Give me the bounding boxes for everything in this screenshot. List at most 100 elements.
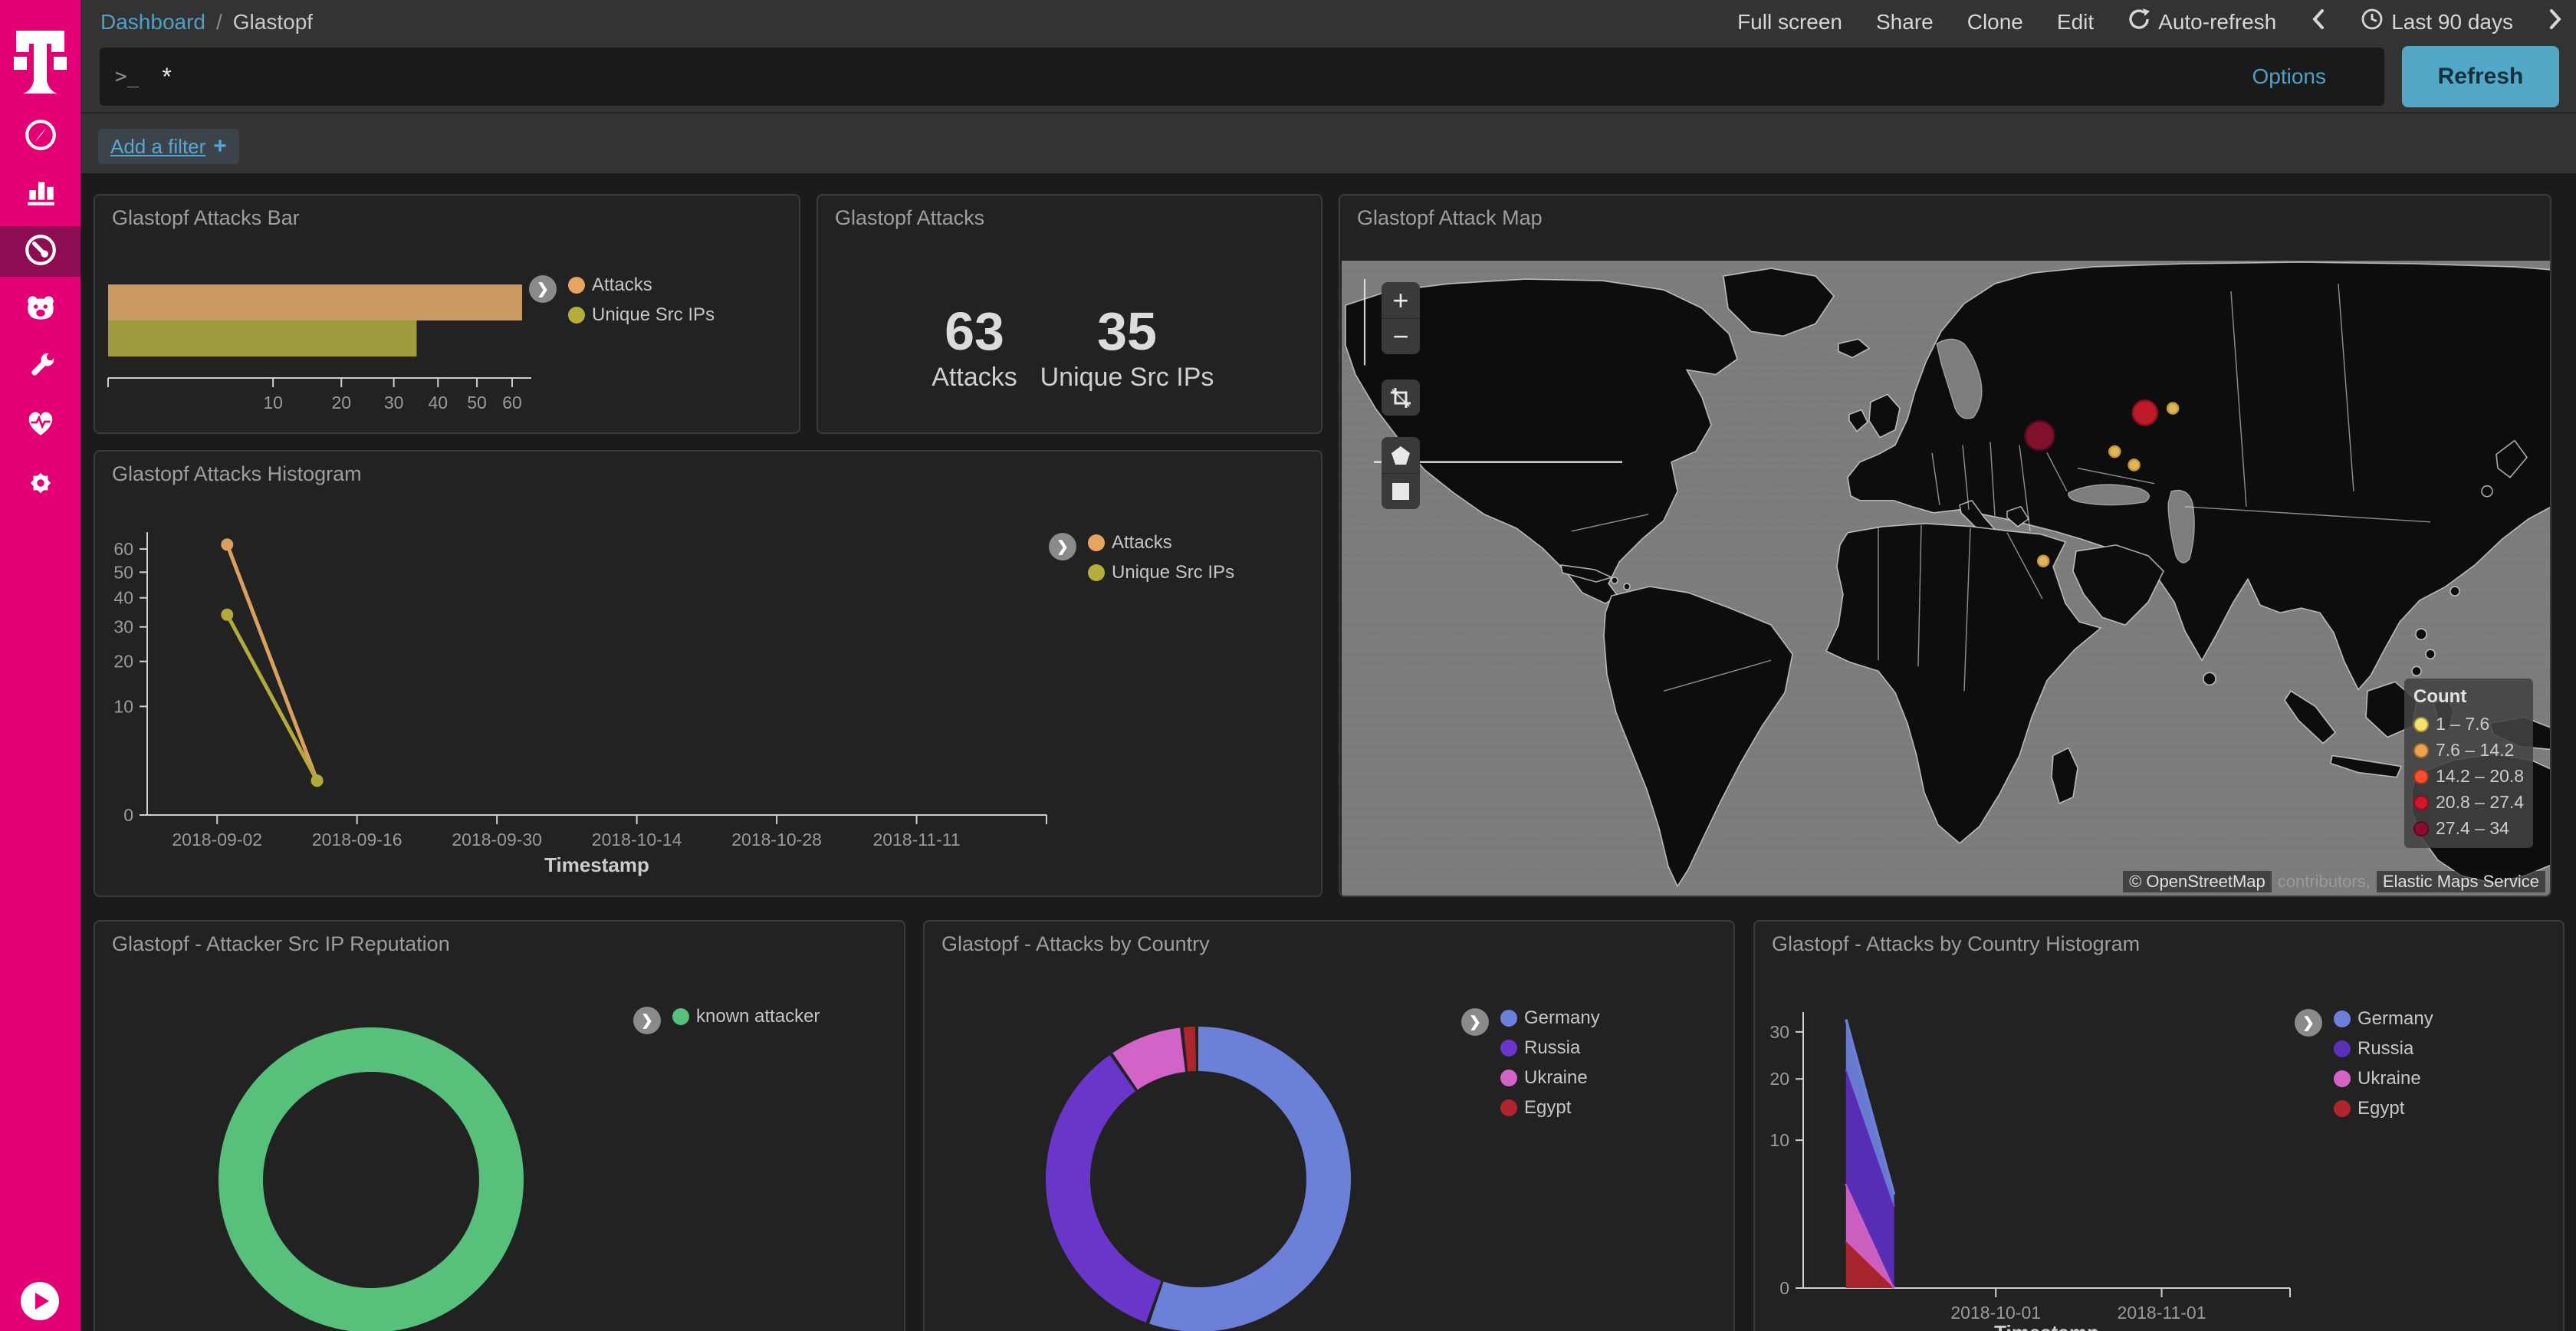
panel-title: Glastopf Attack Map (1357, 206, 1543, 230)
panel-title: Glastopf - Attacks by Country Histogram (1772, 932, 2140, 956)
draw-polygon-button[interactable] (1382, 437, 1420, 473)
legend-item[interactable]: Egypt (1500, 1098, 1600, 1118)
legend-range: 7.6 – 14.2 (2436, 740, 2514, 761)
svg-text:2018-11-01: 2018-11-01 (2118, 1303, 2206, 1323)
svg-text:2018-09-02: 2018-09-02 (172, 830, 262, 850)
legend: ❯ Germany Russia Ukraine Egypt (1461, 1008, 1600, 1118)
attack-map[interactable]: + − Count 1 – 7.6 7.6 – 14.2 14.2 – 20.8 20… (1342, 261, 2551, 897)
legend-item[interactable]: Egypt (2334, 1099, 2433, 1119)
time-picker-button[interactable]: Last 90 days (2361, 8, 2513, 36)
time-back-button[interactable] (2310, 8, 2327, 36)
map-legend-title: Count (2413, 686, 2524, 708)
sidebar-item-dashboard[interactable] (0, 226, 80, 277)
legend-range: 1 – 7.6 (2436, 714, 2489, 735)
time-forward-button[interactable] (2547, 8, 2564, 36)
legend-item[interactable]: Ukraine (2334, 1069, 2433, 1089)
legend-dot (2334, 1070, 2351, 1087)
clone-button[interactable]: Clone (1967, 10, 2023, 35)
legend-dot (2413, 717, 2429, 732)
legend-item[interactable]: Russia (1500, 1038, 1600, 1058)
refresh-button[interactable]: Refresh (2402, 46, 2559, 107)
sidebar-item-dev-tools[interactable] (0, 339, 80, 397)
t-logo-icon[interactable] (0, 8, 80, 100)
legend-range: 20.8 – 27.4 (2436, 792, 2524, 813)
top-navigation-bar: Dashboard / Glastopf Full screen Share C… (80, 0, 2576, 44)
map-legend-item: 20.8 – 27.4 (2413, 792, 2524, 813)
map-legend-item: 27.4 – 34 (2413, 818, 2524, 839)
svg-text:20: 20 (113, 652, 133, 672)
panel-title: Glastopf Attacks Bar (112, 206, 300, 230)
legend: ❯ known attacker (633, 1007, 820, 1034)
legend-label: Ukraine (2358, 1069, 2421, 1089)
sidebar-item-discover[interactable] (0, 107, 80, 166)
panel-title: Glastopf - Attacker Src IP Reputation (112, 932, 450, 956)
legend-item[interactable]: known attacker (672, 1007, 820, 1027)
legend-label: Russia (2358, 1039, 2413, 1059)
world-map[interactable] (1342, 261, 2551, 897)
sidebar-item-visualize[interactable] (0, 163, 80, 221)
legend-item[interactable]: Attacks (1088, 533, 1234, 553)
auto-refresh-button[interactable]: Auto-refresh (2128, 8, 2276, 36)
svg-text:50: 50 (467, 393, 487, 412)
map-attribution: © OpenStreetMap contributors, Elastic Ma… (2123, 871, 2545, 892)
edit-button[interactable]: Edit (2057, 10, 2094, 35)
options-link[interactable]: Options (2252, 64, 2327, 89)
openstreetmap-link[interactable]: © OpenStreetMap (2123, 871, 2272, 892)
share-button[interactable]: Share (1876, 10, 1934, 35)
elastic-maps-link[interactable]: Elastic Maps Service (2377, 871, 2545, 892)
sidebar-item-monitoring[interactable] (0, 395, 80, 453)
legend-toggle-arrow[interactable]: ❯ (2295, 1009, 2322, 1037)
panel-country-histogram: Glastopf - Attacks by Country Histogram … (1753, 920, 2564, 1331)
add-filter-button[interactable]: Add a filter + (98, 129, 239, 164)
legend-dot (568, 277, 585, 294)
map-zoom-controls: + − (1382, 282, 1420, 354)
legend-item[interactable]: Ukraine (1500, 1068, 1600, 1088)
map-legend-item: 1 – 7.6 (2413, 714, 2524, 735)
draw-rectangle-button[interactable] (1382, 473, 1420, 509)
svg-text:10: 10 (113, 696, 133, 716)
svg-text:2018-09-16: 2018-09-16 (312, 830, 402, 850)
search-input[interactable]: >_ * Options (100, 48, 2384, 106)
legend-item[interactable]: Germany (2334, 1009, 2433, 1029)
sidebar-item-timelion[interactable] (0, 281, 80, 339)
legend-toggle-arrow[interactable]: ❯ (1049, 533, 1076, 560)
svg-text:60: 60 (113, 539, 133, 559)
breadcrumb-dashboard-link[interactable]: Dashboard (100, 10, 205, 35)
legend-item[interactable]: Attacks (568, 275, 715, 295)
attribution-text: contributors, (2278, 872, 2371, 892)
panel-attacks-by-country: Glastopf - Attacks by Country ❯GermanyRu… (923, 920, 1735, 1331)
svg-text:10: 10 (1769, 1130, 1789, 1150)
sidebar-collapse-button[interactable] (20, 1281, 60, 1325)
panel-attacks-histogram: Glastopf Attacks Histogram 0102030405060… (94, 450, 1322, 897)
svg-text:2018-10-28: 2018-10-28 (731, 830, 822, 850)
legend-dot (2413, 821, 2429, 836)
panel-title: Glastopf Attacks Histogram (112, 462, 362, 486)
legend: ❯ Germany Russia Ukraine Egypt (2295, 1009, 2433, 1119)
svg-text:2018-11-11: 2018-11-11 (872, 830, 960, 850)
country-donut-chart[interactable] (925, 922, 1735, 1331)
full-screen-button[interactable]: Full screen (1737, 10, 1842, 35)
zoom-out-button[interactable]: − (1382, 318, 1420, 354)
legend-item[interactable]: Unique Src IPs (1088, 563, 1234, 583)
legend-toggle-arrow[interactable]: ❯ (633, 1007, 661, 1034)
legend-item[interactable]: Germany (1500, 1008, 1600, 1028)
country-histogram-chart[interactable]: 01020302018-10-012018-11-01Timestamp (1755, 922, 2564, 1331)
zoom-in-button[interactable]: + (1382, 282, 1420, 318)
legend-range: 14.2 – 20.8 (2436, 766, 2524, 787)
query-value[interactable]: * (162, 63, 171, 91)
legend-label: Russia (1524, 1038, 1580, 1058)
legend-item[interactable]: Unique Src IPs (568, 305, 715, 325)
legend-item[interactable]: Russia (2334, 1039, 2433, 1059)
gauge-icon (23, 232, 58, 271)
svg-text:0: 0 (1779, 1278, 1789, 1298)
legend-dot (1088, 564, 1105, 581)
sidebar-item-management[interactable] (0, 455, 80, 514)
reputation-donut-chart[interactable] (95, 922, 905, 1331)
legend-toggle-arrow[interactable]: ❯ (1461, 1008, 1489, 1036)
panel-title: Glastopf Attacks (835, 206, 984, 230)
svg-text:30: 30 (113, 617, 133, 637)
attacks-histogram-chart[interactable]: 01020304050602018-09-022018-09-162018-09… (95, 452, 1322, 897)
legend-toggle-arrow[interactable]: ❯ (529, 275, 557, 303)
svg-text:0: 0 (123, 805, 133, 825)
fit-bounds-icon[interactable] (1382, 380, 1420, 416)
